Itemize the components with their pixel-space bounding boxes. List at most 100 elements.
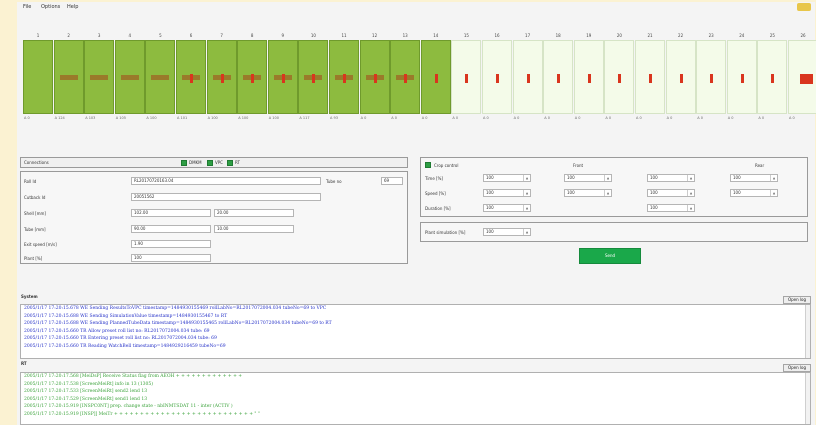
strip-number: 21 [647,33,653,38]
log-line: 2005/1/17 17:20:17.529 [ScreenMeiRt] sen… [24,396,148,402]
strip-value: A 0 [391,116,397,120]
time-label: Time [%] [425,176,443,181]
strip-marker [220,74,224,83]
strip-marker [343,74,346,83]
log-line: 2005/1/17 17:20:15.660 TR Reading WatchB… [24,343,226,349]
speed-front-2[interactable]: 100 ▲ [564,189,612,197]
log-line: 2005/1/17 17:20:15.919 [INSP]] MeiTr + +… [24,411,260,417]
main-window: File Options Help 1 A 0 2 A 124 3 A 103 4 A 105… [17,2,816,425]
time-rear-2[interactable]: 100 ▲ [730,174,778,182]
system-log-panel[interactable]: 2005/1/17 17:20:15.678 WE Sending Result… [20,304,811,359]
strip-number: 1 [36,33,40,38]
front-label: Front [573,163,584,168]
strip-value: A 93 [330,116,338,120]
strip-marker [618,74,622,83]
connection-dmkm-label: DMKM [189,160,202,165]
strip-level-bar [120,75,139,80]
plant-simulation-field[interactable]: 100 ▲ [483,228,531,236]
strip-value: A 0 [727,116,734,120]
strip-number: 19 [586,33,592,38]
menu-help[interactable]: Help [67,4,78,10]
roll-id-label: Roll Id [24,179,37,184]
send-button[interactable]: Send [579,248,641,264]
strip-value: A 103 [85,116,96,120]
strip-value: A 0 [666,116,673,120]
duration-rear[interactable]: 100 ▲ [647,204,695,212]
rt-open-log-button[interactable]: Open log [783,364,811,372]
strip-level-bar [90,75,109,80]
strip-marker [740,74,744,83]
time-front-2[interactable]: 100 ▲ [564,174,612,182]
menu-bar: File Options Help [17,2,815,14]
strip-value: A 0 [513,116,520,120]
shell-field-1[interactable]: 102.00 [131,209,211,217]
strip-number: 24 [739,33,745,38]
shell-field-2[interactable]: 20.00 [214,209,294,217]
strip-value: A 0 [360,116,367,120]
time-front-1[interactable]: 100 ▲ [483,174,531,182]
tube-mm-field-2[interactable]: 10.00 [214,225,294,233]
strip-value: A 0 [544,116,550,120]
strip-value: A 0 [574,116,581,120]
shell-label: Shell [mm] [24,211,46,216]
strip-marker [434,74,438,83]
strip-value: A 0 [483,116,489,120]
strip-number: 17 [525,33,531,38]
connections-header: Connections DMKM VPC RT [20,157,408,168]
plant-field[interactable]: 100 [131,254,211,262]
tube-mm-field-1[interactable]: 90.00 [131,225,211,233]
strip-level-bar [151,75,170,80]
speed-front-1[interactable]: 100 ▲ [483,189,531,197]
plant-label: Plant [%] [24,256,43,261]
log-line: 2005/1/17 17:20:15.678 WE Sending Result… [24,306,327,311]
cutback-id-field[interactable]: 20051562 [131,193,321,201]
connection-dmkm-icon [181,160,187,166]
strip-number: 8 [250,33,254,38]
menu-options[interactable]: Options [41,4,60,10]
menu-file[interactable]: File [23,4,31,10]
tube-no-label: Tube no [326,179,342,184]
strip-number: 20 [616,33,622,38]
time-rear-1[interactable]: 100 ▲ [647,174,695,182]
strip-marker [771,74,775,83]
rt-log-scrollbar[interactable] [805,373,810,424]
strip-number: 15 [463,33,469,38]
rt-log-panel[interactable]: 2005/1/17 17:20:17.568 [MeiDsP] Receive … [20,372,811,425]
strip-number: 9 [281,33,285,38]
strip-number: 2 [67,33,70,38]
strip-number: 7 [220,33,223,38]
strip-value: A 0 [789,116,795,120]
strip-marker [496,74,499,83]
crop-control-label: Crop control [434,163,459,168]
exit-speed-label: Exit speed [m/s] [24,242,57,247]
strip-number: 25 [769,33,775,38]
duration-front[interactable]: 100 ▲ [483,204,531,212]
strip-segment[interactable] [23,40,53,114]
strip-number: 10 [310,33,316,38]
strip-number: 23 [708,33,714,38]
connections-title: Connections [24,160,49,165]
log-line: 2005/1/17 17:20:15.660 TR Allow preset r… [24,328,210,334]
strip-value: A 100 [207,116,218,120]
crop-control-checkbox[interactable] [425,162,431,168]
strip-number: 18 [555,33,561,38]
strip-marker [587,74,591,83]
roll-id-field[interactable]: RL20170720163.04 [131,177,321,185]
plant-simulation-label: Plant simulation [%] [425,230,466,235]
exit-speed-field[interactable]: 1.90 [131,240,211,248]
speed-rear-1[interactable]: 100 ▲ [647,189,695,197]
speed-rear-2[interactable]: 100 ▲ [730,189,778,197]
speed-label: Speed [%] [425,191,446,196]
strip-number: 13 [402,33,408,38]
app-frame: File Options Help 1 A 0 2 A 124 3 A 103 4 A 105… [0,0,816,425]
tube-no-field[interactable]: 69 [381,177,403,185]
strip-marker [557,74,561,83]
strip-value: A 100 [268,116,279,120]
strip-value: A 117 [299,116,310,120]
strip-marker [190,74,193,83]
strip-number: 4 [128,33,132,38]
strip-marker [281,74,285,83]
system-open-log-button[interactable]: Open log [783,296,811,304]
strip-value: A 100 [146,116,157,120]
system-log-scrollbar[interactable] [805,305,810,358]
